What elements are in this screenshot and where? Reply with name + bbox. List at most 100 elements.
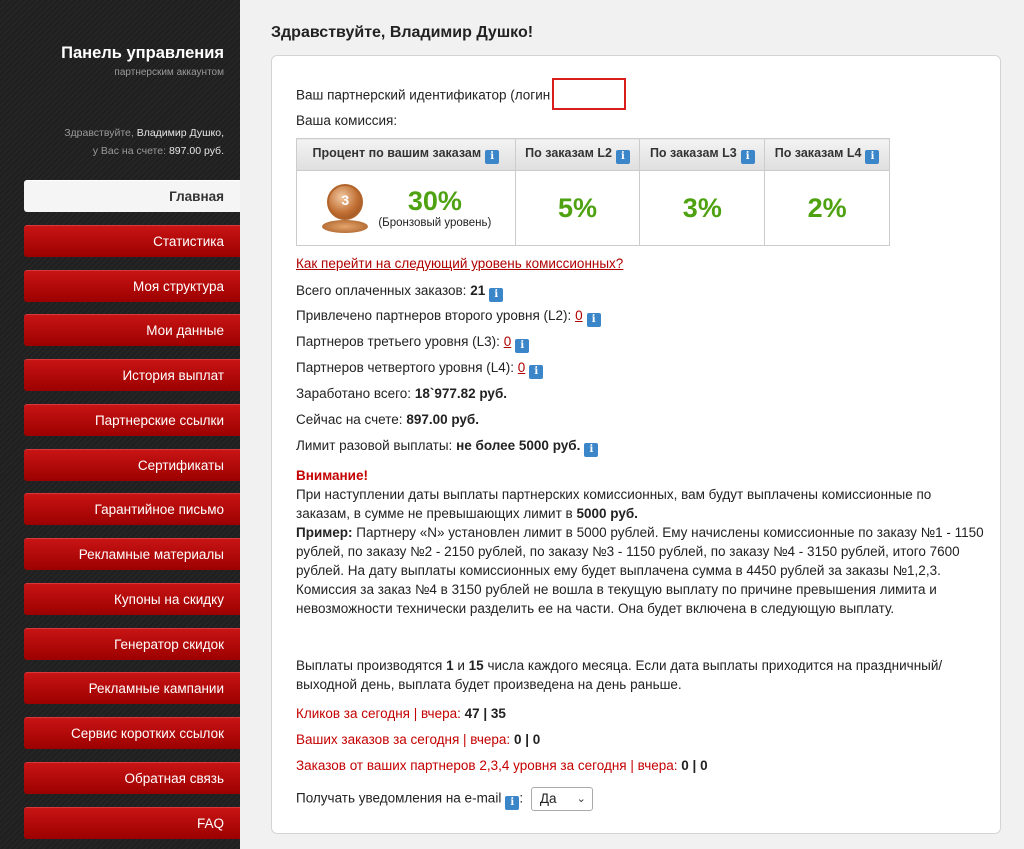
notify-label: Получать уведомления на e-mail <box>296 790 502 806</box>
l2-percent-value: 5% <box>558 192 598 223</box>
commission-table: Процент по вашим заказам i По заказам L2 i… <box>296 138 890 246</box>
nav-item-home[interactable]: Главная <box>24 180 240 212</box>
page-title: Здравствуйте, Владимир Душко! <box>271 24 534 41</box>
commission-table-row: 3 30% (Бронзовый уровень) 5% 3% 2% <box>296 170 890 246</box>
limit-value: не более 5000 руб. <box>456 438 581 453</box>
sidebar-title: Панель управления <box>61 44 224 62</box>
paid-orders-row: Всего оплаченных заказов: 21 i <box>296 283 504 302</box>
nav-item-certificates[interactable]: Сертификаты <box>24 448 240 481</box>
l4-cell: 2% <box>764 170 890 246</box>
info-icon[interactable]: i <box>586 313 601 327</box>
header-l4: По заказам L4 <box>774 145 862 160</box>
info-icon[interactable]: i <box>740 149 755 164</box>
nav-item-feedback[interactable]: Обратная связь <box>24 761 240 794</box>
nav-item-partner-links[interactable]: Партнерские ссылки <box>24 403 240 436</box>
orders-row: Ваших заказов за сегодня | вчера: 0 | 0 <box>296 732 540 747</box>
nav-item-short-links[interactable]: Сервис коротких ссылок <box>24 717 240 749</box>
nav-item-structure[interactable]: Моя структура <box>24 269 240 302</box>
info-icon[interactable]: i <box>515 339 530 353</box>
l4-partners-link[interactable]: 0 <box>518 360 526 375</box>
partner-orders-row: Заказов от ваших партнеров 2,3,4 уровня … <box>296 758 708 773</box>
balance-row: Сейчас на счете: 897.00 руб. <box>296 412 479 427</box>
nav-item-statistics[interactable]: Статистика <box>24 224 240 257</box>
header-l3: По заказам L3 <box>649 145 737 160</box>
limit-row: Лимит разовой выплаты: не более 5000 руб… <box>296 438 599 457</box>
table-header: По заказам L2 i <box>514 138 641 171</box>
l4-percent-value: 2% <box>807 192 847 223</box>
sidebar: Панель управления партнерским аккаунтом … <box>0 0 240 849</box>
payout-day-2: 15 <box>468 658 484 673</box>
clicks-row: Кликов за сегодня | вчера: 47 | 35 <box>296 706 506 721</box>
medal-number: 3 <box>341 192 350 208</box>
info-icon[interactable]: i <box>485 149 500 164</box>
sidebar-balance: 897.00 руб. <box>168 145 224 157</box>
limit-label: Лимит разовой выплаты: <box>296 438 453 453</box>
info-icon[interactable]: i <box>865 149 880 164</box>
info-icon[interactable]: i <box>584 443 599 457</box>
info-icon[interactable]: i <box>529 365 544 379</box>
info-icon[interactable]: i <box>615 149 630 164</box>
nav-item-faq[interactable]: FAQ <box>24 806 240 839</box>
partner-orders-label: Заказов от ваших партнеров 2,3,4 уровня … <box>296 758 678 773</box>
partner-id-label: Ваш партнерский идентификатор (логин <box>296 87 551 103</box>
nav-item-my-data[interactable]: Мои данные <box>24 314 240 347</box>
sidebar-nav: Главная Статистика Моя структура Мои дан… <box>24 180 240 849</box>
sidebar-user-name: Владимир Душко, <box>136 127 224 139</box>
sidebar-balance-label: у Вас на счете: <box>92 145 167 157</box>
next-level-row: Как перейти на следующий уровень комисси… <box>296 256 623 271</box>
payout-text-b: и <box>457 658 465 673</box>
l4-partners-label: Партнеров четвертого уровня (L4): <box>296 360 515 375</box>
l4-partners-row: Партнеров четвертого уровня (L4): 0i <box>296 360 544 379</box>
l2-cell: 5% <box>514 170 641 246</box>
l3-partners-link[interactable]: 0 <box>504 334 512 349</box>
notify-row: Получать уведомления на e-mail i: Да ⌄ <box>296 787 593 811</box>
nav-item-payout-history[interactable]: История выплат <box>24 359 240 391</box>
earned-value: 18`977.82 руб. <box>414 386 508 401</box>
notify-select[interactable]: Да ⌄ <box>530 787 593 811</box>
l2-partners-link[interactable]: 0 <box>575 308 583 323</box>
l3-cell: 3% <box>639 170 766 246</box>
table-header: По заказам L4 i <box>764 138 890 171</box>
table-header: По заказам L3 i <box>639 138 766 171</box>
nav-item-coupons[interactable]: Купоны на скидку <box>24 582 240 615</box>
example-text: Партнеру «N» установлен лимит в 5000 руб… <box>296 525 984 616</box>
own-level-label: (Бронзовый уровень) <box>378 216 492 229</box>
header-l2: По заказам L2 <box>525 145 612 160</box>
sidebar-hello: Здравствуйте, <box>64 127 134 139</box>
sidebar-subtitle: партнерским аккаунтом <box>114 67 224 78</box>
payout-info: Выплаты производятся 1 и 15 числа каждог… <box>296 656 986 694</box>
attention-limit: 5000 руб. <box>576 506 638 521</box>
notify-select-value: Да <box>539 791 557 806</box>
payout-text-a: Выплаты производятся <box>296 658 443 673</box>
orders-label: Ваших заказов за сегодня | вчера: <box>296 732 511 747</box>
commission-label: Ваша комиссия: <box>296 113 398 128</box>
sidebar-user-info: Здравствуйте, Владимир Душко, у Вас на с… <box>64 124 224 160</box>
nav-item-discount-generator[interactable]: Генератор скидок <box>24 627 240 660</box>
main-panel: Ваш партнерский идентификатор (логин Ваш… <box>271 55 1001 834</box>
paid-orders-label: Всего оплаченных заказов: <box>296 283 467 298</box>
commission-table-header: Процент по вашим заказам i По заказам L2 i… <box>296 138 890 171</box>
clicks-value: 47 | 35 <box>464 706 506 721</box>
bronze-medal-icon: 3 <box>320 180 370 236</box>
paid-orders-value: 21 <box>470 283 486 298</box>
l3-partners-label: Партнеров третьего уровня (L3): <box>296 334 500 349</box>
l3-percent-value: 3% <box>682 192 722 223</box>
next-level-link[interactable]: Как перейти на следующий уровень комисси… <box>296 256 623 271</box>
earned-row: Заработано всего: 18`977.82 руб. <box>296 386 507 401</box>
balance-value: 897.00 руб. <box>406 412 480 427</box>
l2-partners-label: Привлечено партнеров второго уровня (L2)… <box>296 308 572 323</box>
example-label: Пример: <box>296 525 353 540</box>
l2-partners-row: Привлечено партнеров второго уровня (L2)… <box>296 308 601 327</box>
clicks-label: Кликов за сегодня | вчера: <box>296 706 461 721</box>
nav-item-ad-materials[interactable]: Рекламные материалы <box>24 538 240 570</box>
attention-block: Внимание! При наступлении даты выплаты п… <box>296 466 986 618</box>
info-icon[interactable]: i <box>489 288 504 302</box>
chevron-down-icon: ⌄ <box>576 793 586 805</box>
balance-label: Сейчас на счете: <box>296 412 403 427</box>
table-header: Процент по вашим заказам i <box>296 138 516 171</box>
nav-item-guarantee-letter[interactable]: Гарантийное письмо <box>24 493 240 526</box>
login-redacted-box <box>552 78 627 110</box>
partner-id-row: Ваш партнерский идентификатор (логин <box>296 78 627 112</box>
info-icon[interactable]: i <box>505 795 520 810</box>
nav-item-ad-campaigns[interactable]: Рекламные кампании <box>24 672 240 705</box>
